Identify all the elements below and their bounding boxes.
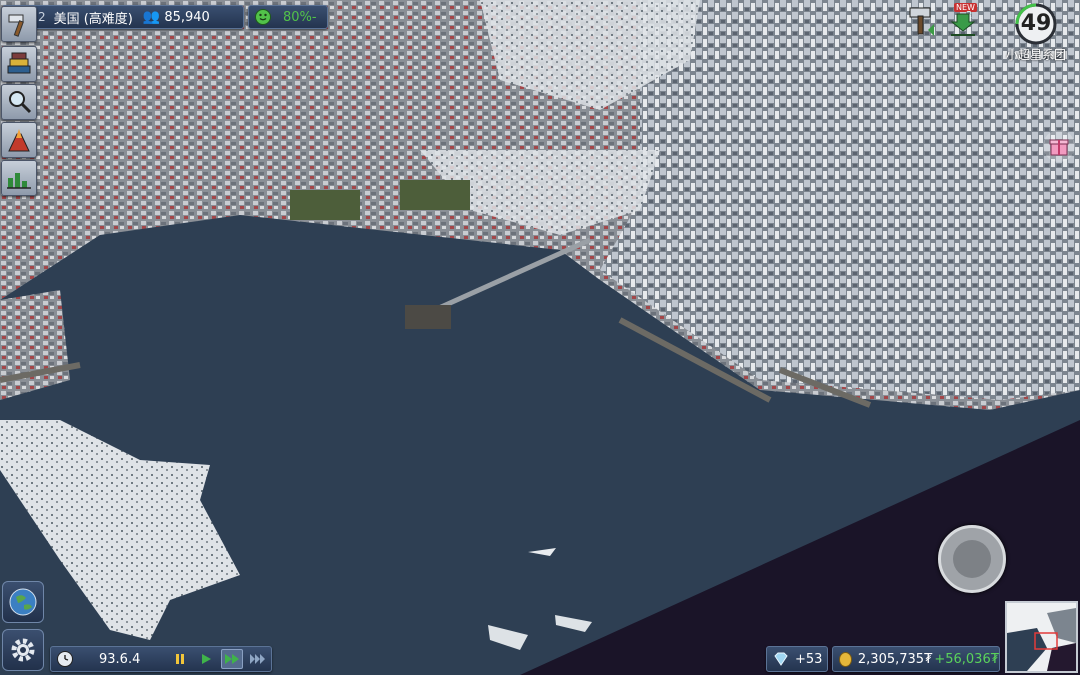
diamond-count: +53 [795, 651, 823, 667]
region-view-button[interactable] [2, 581, 44, 623]
diamond-pill[interactable]: +53 [766, 646, 828, 672]
settings-button[interactable] [2, 629, 44, 671]
pause-icon [176, 654, 184, 664]
gift-icon [1049, 139, 1069, 156]
player-name: 小超星系团 [1005, 48, 1066, 62]
demolish-hammer-icon [909, 7, 934, 36]
magnifier-icon [9, 91, 32, 114]
fastest-forward-icon [250, 654, 265, 664]
minimap-image [1007, 603, 1076, 671]
ranking-tool-button[interactable] [1, 46, 37, 82]
park [290, 190, 360, 220]
park [400, 180, 470, 210]
player-level-badge[interactable]: 49 小超星系团 [1000, 2, 1072, 62]
pause-button[interactable] [169, 649, 191, 669]
region-pill[interactable]: 20:32 美国 (高难度) 👥 85,940 [2, 5, 244, 29]
fast-forward-button[interactable] [221, 649, 243, 669]
approval-pill[interactable]: 80%- [248, 5, 328, 29]
hammer-icon [8, 14, 24, 37]
game-date: 93.6.4 [99, 651, 141, 667]
region-name: 美国 (高难度) [53, 11, 133, 27]
population-count: 85,940 [164, 9, 210, 25]
population-icon: 👥 [142, 9, 161, 25]
volcano-icon [8, 129, 30, 152]
statistics-tool-button[interactable] [1, 160, 37, 196]
money-pill[interactable]: 2,305,735₮ +56,036₮ [832, 646, 1000, 672]
download-update-button[interactable]: NEW 2 [946, 3, 980, 38]
money-balance: 2,305,735₮ [857, 651, 933, 667]
disaster-tool-button[interactable] [1, 122, 37, 158]
gift-button[interactable] [1043, 130, 1075, 162]
bar-chart-icon [7, 173, 31, 189]
minimap[interactable] [1005, 601, 1078, 673]
download-icon [950, 13, 976, 36]
approval-rate: 80%- [283, 9, 317, 25]
play-button[interactable] [195, 649, 217, 669]
clock-icon [57, 651, 73, 667]
diamond-icon [774, 652, 788, 666]
coin-icon [839, 651, 852, 667]
city-map[interactable] [0, 0, 1080, 675]
fastest-forward-button[interactable] [247, 649, 269, 669]
book-stack-icon [7, 52, 31, 74]
build-tool-button[interactable] [1, 6, 37, 42]
camera-joystick[interactable] [938, 525, 1006, 593]
fast-forward-icon [225, 654, 239, 664]
query-tool-button[interactable] [1, 84, 37, 120]
money-delta: +56,036₮ [934, 651, 999, 667]
gear-icon [11, 638, 35, 662]
player-level: 49 [1020, 11, 1052, 36]
bulldozer-tool[interactable] [904, 4, 938, 38]
joystick-knob[interactable] [953, 540, 991, 578]
smiley-icon [255, 9, 271, 25]
play-icon [202, 654, 211, 664]
oil-platform [405, 305, 451, 329]
time-control-bar: 93.6.4 [50, 646, 272, 672]
globe-icon [9, 588, 37, 616]
